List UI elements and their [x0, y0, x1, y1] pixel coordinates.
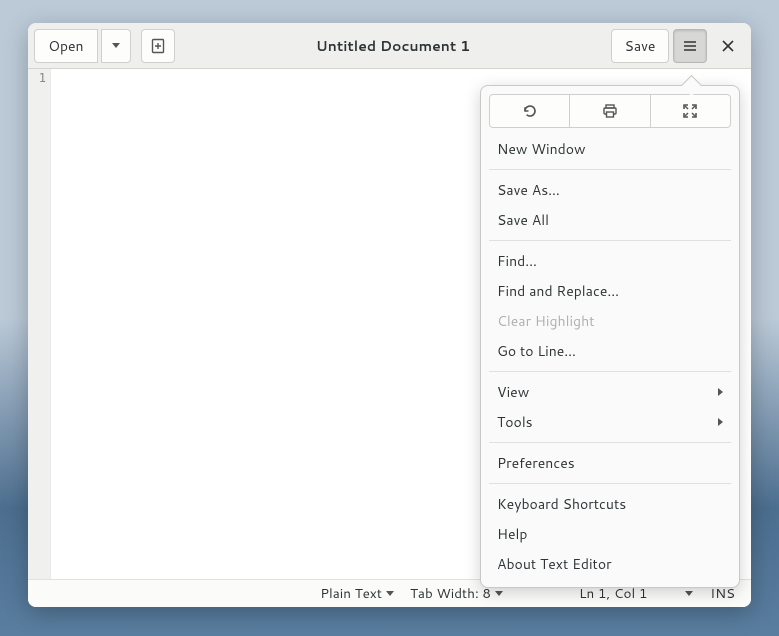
menu-new-window[interactable]: New Window: [489, 134, 731, 164]
chevron-down-icon: [386, 591, 394, 596]
print-icon: [602, 103, 618, 119]
menu-find[interactable]: Find…: [489, 246, 731, 276]
document-title: Untitled Document 1: [179, 36, 607, 56]
menu-find-replace[interactable]: Find and Replace…: [489, 276, 731, 306]
menu-clear-highlight: Clear Highlight: [489, 306, 731, 336]
chevron-right-icon: [718, 388, 723, 396]
menu-about[interactable]: About Text Editor: [489, 549, 731, 579]
new-document-button[interactable]: [141, 29, 175, 63]
language-label: Plain Text: [320, 584, 382, 603]
open-button[interactable]: Open: [34, 29, 98, 63]
tab-width-label: Tab Width: 8: [410, 584, 491, 603]
save-button[interactable]: Save: [611, 29, 669, 63]
open-recent-dropdown[interactable]: [101, 29, 131, 63]
chevron-right-icon: [718, 418, 723, 426]
menu-go-to-line[interactable]: Go to Line…: [489, 336, 731, 366]
headerbar: Open Untitled Document 1 Save: [28, 23, 751, 69]
menu-preferences[interactable]: Preferences: [489, 448, 731, 478]
menu-keyboard-shortcuts[interactable]: Keyboard Shortcuts: [489, 489, 731, 519]
language-selector[interactable]: Plain Text: [312, 584, 402, 603]
menu-view-label: View: [497, 382, 529, 402]
chevron-down-icon: [112, 43, 120, 48]
close-window-button[interactable]: [711, 29, 745, 63]
popover-icon-row: [489, 94, 731, 128]
fullscreen-icon: [682, 103, 698, 119]
hamburger-menu-button[interactable]: [673, 29, 707, 63]
menu-tools[interactable]: Tools: [489, 407, 731, 437]
menu-save-all[interactable]: Save All: [489, 205, 731, 235]
reload-icon: [522, 103, 538, 119]
menu-help[interactable]: Help: [489, 519, 731, 549]
text-editor-window: Open Untitled Document 1 Save: [28, 23, 751, 607]
chevron-down-icon: [685, 591, 693, 596]
hamburger-icon: [682, 38, 698, 54]
reload-button[interactable]: [489, 94, 570, 128]
close-icon: [721, 39, 735, 53]
menu-save-as[interactable]: Save As…: [489, 175, 731, 205]
new-document-icon: [150, 38, 166, 54]
chevron-down-icon: [495, 591, 503, 596]
line-number-gutter: 1: [28, 69, 50, 579]
hamburger-popover: New Window Save As… Save All Find… Find …: [480, 85, 740, 588]
line-number: 1: [28, 71, 46, 85]
menu-view[interactable]: View: [489, 377, 731, 407]
print-button[interactable]: [569, 94, 650, 128]
fullscreen-button[interactable]: [650, 94, 731, 128]
menu-tools-label: Tools: [497, 412, 533, 432]
